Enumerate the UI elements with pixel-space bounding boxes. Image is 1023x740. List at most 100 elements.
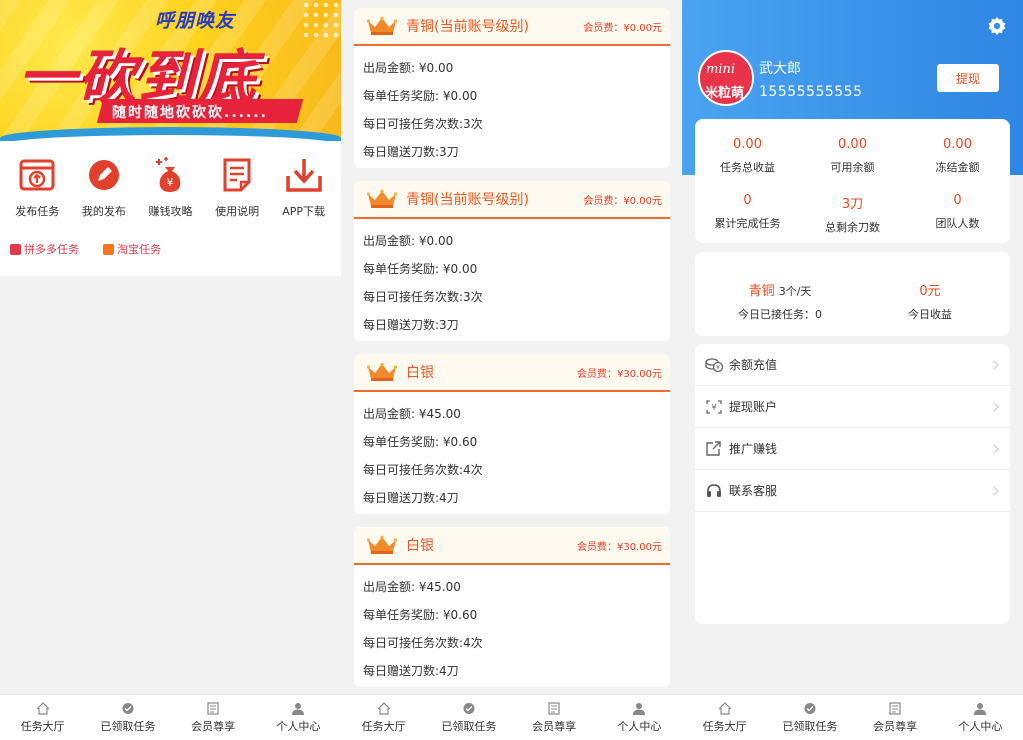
list-label: 余额充值 bbox=[729, 358, 778, 372]
level-title: 白银 bbox=[406, 365, 434, 381]
nav-personal-center[interactable]: 个人中心 bbox=[256, 695, 341, 740]
stat-value: 3刀 bbox=[841, 197, 864, 212]
nav-task-hall[interactable]: 任务大厅 bbox=[0, 695, 85, 740]
nav-task-hall[interactable]: 任务大厅 bbox=[341, 695, 426, 740]
share-icon bbox=[706, 440, 721, 456]
menu-item-app-download[interactable]: APP下载 bbox=[273, 155, 335, 219]
stat-value: 0.00 bbox=[733, 137, 762, 152]
nav-label: 会员尊享 bbox=[873, 719, 918, 733]
withdraw-button[interactable]: 提现 bbox=[937, 64, 999, 92]
list-label: 提现账户 bbox=[729, 400, 778, 414]
nav-label: 个人中心 bbox=[276, 719, 321, 733]
tag-taobao-task[interactable]: 淘宝任务 bbox=[103, 241, 161, 257]
level-card-header: 白银 会员费：¥30.00元 bbox=[354, 527, 670, 565]
nav-label: 个人中心 bbox=[958, 719, 1003, 733]
stats-card: 0.00 任务总收益 0.00 可用余额 0.00 冻结金额 0 累计完成任务 3刀 总剩… bbox=[695, 119, 1010, 243]
list-item-promote[interactable]: 推广赚钱 bbox=[695, 428, 1010, 470]
list-item-customer-service[interactable]: 联系客服 bbox=[695, 470, 1010, 512]
document-icon bbox=[217, 155, 257, 195]
menu-item-publish-task[interactable]: 发布任务 bbox=[6, 155, 68, 219]
bottom-nav: 任务大厅 已领取任务 会员尊享 个人中心 bbox=[0, 694, 341, 740]
promo-banner[interactable]: 呼朋唤友 一砍到底 随时随地砍砍砍...... bbox=[0, 0, 341, 141]
level-title: 青铜(当前账号级别) bbox=[406, 192, 529, 208]
nav-member[interactable]: 会员尊享 bbox=[853, 695, 938, 740]
level-card[interactable]: 白银 会员费：¥30.00元 出局金额: ¥45.00 每单任务奖励: ¥0.60 每日… bbox=[354, 354, 670, 514]
menu-item-money-guide[interactable]: ¥ 赚钱攻略 bbox=[139, 155, 201, 219]
gear-icon[interactable] bbox=[987, 16, 1007, 36]
stat-remaining-knives: 3刀总剩余刀数 bbox=[800, 193, 905, 235]
nav-personal-center[interactable]: 个人中心 bbox=[938, 695, 1023, 740]
taobao-icon bbox=[103, 243, 114, 255]
home-icon bbox=[36, 701, 50, 715]
today-income-value: 0元 bbox=[919, 284, 941, 299]
today-income: 0元 今日收益 bbox=[875, 280, 985, 322]
tasks-icon bbox=[804, 702, 816, 714]
nav-personal-center[interactable]: 个人中心 bbox=[597, 695, 682, 740]
list-item-withdraw-account[interactable]: ¥ 提现账户 bbox=[695, 386, 1010, 428]
chevron-right-icon bbox=[993, 486, 999, 495]
level-detail-line: 每日赠送刀数:4刀 bbox=[363, 664, 459, 678]
menu-item-my-publish[interactable]: 我的发布 bbox=[73, 155, 135, 219]
task-hall-screen: 呼朋唤友 一砍到底 随时随地砍砍砍...... 发布任务 我的发布 ¥ 赚钱攻略… bbox=[0, 0, 341, 740]
level-card-body: 出局金额: ¥0.00 每单任务奖励: ¥0.00 每日可接任务次数:3次 每日赠送刀… bbox=[354, 219, 670, 341]
user-icon bbox=[292, 702, 305, 715]
banner-dots bbox=[301, 0, 341, 40]
menu-label: APP下载 bbox=[282, 205, 326, 218]
crown-icon bbox=[366, 535, 398, 554]
tasks-icon bbox=[122, 702, 134, 714]
nav-task-hall[interactable]: 任务大厅 bbox=[682, 695, 767, 740]
nav-claimed-tasks[interactable]: 已领取任务 bbox=[426, 695, 511, 740]
nav-member[interactable]: 会员尊享 bbox=[512, 695, 597, 740]
menu-label: 我的发布 bbox=[81, 205, 126, 218]
menu-label: 发布任务 bbox=[15, 205, 60, 218]
bottom-nav: 任务大厅 已领取任务 会员尊享 个人中心 bbox=[341, 694, 682, 740]
svg-text:¥: ¥ bbox=[167, 176, 174, 189]
menu-label: 赚钱攻略 bbox=[148, 205, 193, 218]
banner-top-text: 呼朋唤友 bbox=[155, 10, 236, 32]
level-card[interactable]: 青铜(当前账号级别) 会员费：¥0.00元 出局金额: ¥0.00 每单任务奖励: ¥… bbox=[354, 181, 670, 341]
level-per-day: 3个/天 bbox=[778, 285, 812, 298]
level-detail-line: 每单任务奖励: ¥0.60 bbox=[363, 608, 478, 622]
personal-center-screen: mini 米粒萌 武大郎 15555555555 提现 0.00 任务总收益 0.… bbox=[682, 0, 1023, 740]
stat-label: 累计完成任务 bbox=[714, 217, 781, 230]
level-detail-line: 出局金额: ¥0.00 bbox=[363, 61, 454, 75]
chevron-right-icon bbox=[993, 444, 999, 453]
chevron-right-icon bbox=[993, 360, 999, 369]
stat-total-income: 0.00 任务总收益 bbox=[695, 137, 800, 175]
level-card-list: 青铜(当前账号级别) 会员费：¥0.00元 出局金额: ¥0.00 每单任务奖励: ¥… bbox=[354, 8, 670, 723]
tag-pinduoduo-task[interactable]: 拼多多任务 bbox=[10, 241, 79, 257]
stat-label: 总剩余刀数 bbox=[825, 221, 880, 234]
member-icon bbox=[548, 701, 560, 715]
avatar[interactable]: mini 米粒萌 bbox=[698, 50, 754, 106]
feature-menu: 发布任务 我的发布 ¥ 赚钱攻略 使用说明 APP下载 拼多多任务 淘宝任务 bbox=[0, 141, 341, 276]
avatar-line1: mini bbox=[706, 62, 736, 77]
my-publish-icon bbox=[84, 155, 124, 195]
member-icon bbox=[207, 701, 219, 715]
level-detail-line: 每单任务奖励: ¥0.00 bbox=[363, 262, 478, 276]
user-name: 武大郎 bbox=[759, 61, 801, 77]
svg-text:¥: ¥ bbox=[716, 364, 720, 371]
level-detail-line: 每单任务奖励: ¥0.00 bbox=[363, 89, 478, 103]
list-label: 推广赚钱 bbox=[729, 442, 778, 456]
level-title: 白银 bbox=[406, 538, 434, 554]
nav-label: 任务大厅 bbox=[20, 719, 65, 733]
menu-item-instructions[interactable]: 使用说明 bbox=[206, 155, 268, 219]
nav-member[interactable]: 会员尊享 bbox=[171, 695, 256, 740]
bottom-nav: 任务大厅 已领取任务 会员尊享 个人中心 bbox=[682, 694, 1023, 740]
membership-fee: 会员费：¥30.00元 bbox=[577, 368, 662, 380]
stat-value: 0.00 bbox=[838, 137, 867, 152]
level-card[interactable]: 青铜(当前账号级别) 会员费：¥0.00元 出局金额: ¥0.00 每单任务奖励: ¥… bbox=[354, 8, 670, 168]
nav-claimed-tasks[interactable]: 已领取任务 bbox=[85, 695, 170, 740]
level-detail-line: 每日可接任务次数:3次 bbox=[363, 290, 483, 304]
user-icon bbox=[633, 702, 646, 715]
avatar-line2: 米粒萌 bbox=[705, 86, 745, 101]
list-item-recharge[interactable]: ¥ 余额充值 bbox=[695, 344, 1010, 386]
coins-icon: ¥ bbox=[705, 357, 723, 372]
nav-label: 已领取任务 bbox=[782, 719, 838, 733]
level-name: 青铜 bbox=[748, 284, 775, 299]
headset-icon bbox=[707, 483, 721, 497]
nav-claimed-tasks[interactable]: 已领取任务 bbox=[767, 695, 852, 740]
stat-value: 0 bbox=[953, 193, 962, 208]
money-bag-icon: ¥ bbox=[150, 155, 190, 195]
level-card[interactable]: 白银 会员费：¥30.00元 出局金额: ¥45.00 每单任务奖励: ¥0.60 每日… bbox=[354, 527, 670, 687]
